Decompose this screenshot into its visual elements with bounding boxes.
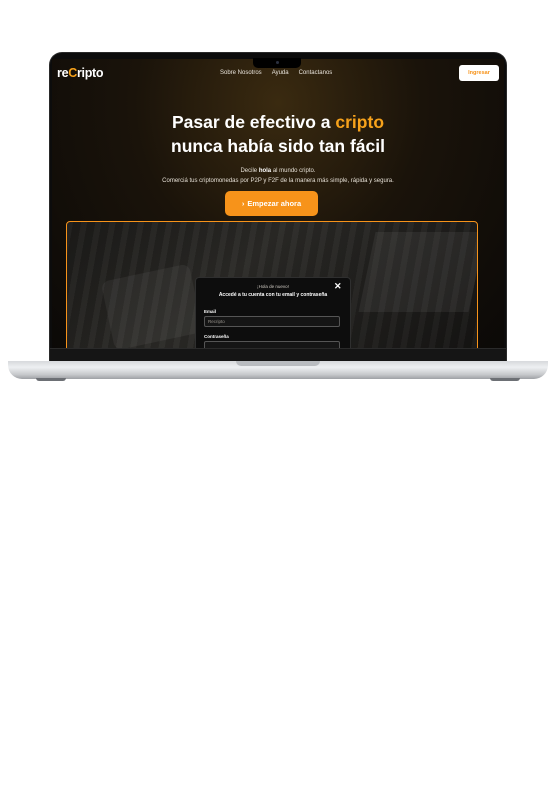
email-label: Email: [204, 309, 217, 314]
hero-subtitle-line2: Comerciá tus criptomonedas por P2P y F2F…: [162, 178, 394, 184]
laptop-hinge-notch: [236, 361, 320, 366]
close-icon[interactable]: ✕: [334, 282, 342, 291]
logo-accent: C: [68, 66, 77, 80]
hero-title-line1: Pasar de efectivo a cripto: [52, 111, 504, 134]
hero-sub-pre: Decile: [240, 168, 259, 174]
hero-subtitle-line1: Decile hola al mundo cripto.: [52, 166, 504, 176]
hero-title-part1: Pasar de efectivo a: [171, 112, 336, 132]
login-button[interactable]: Ingresar: [459, 65, 499, 81]
top-nav: Sobre Nosotros Ayuda Contactanos: [220, 70, 332, 76]
camera-icon: [276, 61, 279, 64]
start-now-label: Empezar ahora: [247, 199, 302, 208]
email-field[interactable]: Recripto: [204, 316, 340, 327]
login-modal: ¡Hola de nuevo! Accedé a tu cuenta con t…: [195, 277, 351, 351]
nav-item-contactanos[interactable]: Contactanos: [299, 70, 333, 76]
laptop-foot: [490, 378, 520, 381]
logo-suffix: ripto: [76, 66, 104, 80]
modal-greeting: ¡Hola de nuevo!: [257, 284, 289, 289]
photo-shape: [358, 232, 477, 312]
password-label: Contraseña: [204, 334, 229, 339]
logo-prefix: re: [57, 66, 69, 80]
laptop-chin: [50, 348, 506, 362]
modal-title: Accedé a tu cuenta con tu email y contra…: [218, 292, 328, 298]
nav-item-sobre-nosotros[interactable]: Sobre Nosotros: [220, 70, 262, 76]
laptop-screen: reCripto Sobre Nosotros Ayuda Contactano…: [52, 59, 504, 351]
start-now-button[interactable]: › Empezar ahora: [225, 191, 318, 216]
arrow-icon: ›: [241, 199, 245, 208]
hero-sub-post: al mundo cripto.: [271, 168, 316, 174]
hero-title-line2: nunca había sido tan fácil: [171, 136, 385, 156]
laptop-foot: [36, 378, 66, 381]
hero-sub-bold: hola: [258, 168, 272, 174]
hero-title-accent: cripto: [335, 112, 385, 132]
brand-logo[interactable]: reCripto: [57, 66, 104, 80]
nav-item-ayuda[interactable]: Ayuda: [272, 70, 289, 76]
